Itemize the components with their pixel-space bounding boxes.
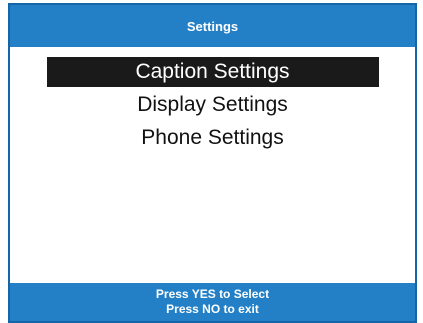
menu-item-display-settings[interactable]: Display Settings [47,90,379,120]
menu-item-phone-settings[interactable]: Phone Settings [47,123,379,153]
settings-screen: Settings Caption Settings Display Settin… [8,3,417,323]
select-instruction: Press YES to Select [155,287,270,301]
page-title: Settings [186,18,239,34]
settings-menu: Caption Settings Display Settings Phone … [10,57,415,156]
menu-item-label: Display Settings [137,93,288,116]
title-bar: Settings [10,5,415,47]
exit-instruction: Press NO to exit [166,302,259,316]
menu-item-label: Caption Settings [135,60,290,83]
instruction-bar: Press YES to Select Press NO to exit [10,283,415,321]
menu-item-caption-settings[interactable]: Caption Settings [46,57,379,87]
menu-item-label: Phone Settings [141,126,284,149]
